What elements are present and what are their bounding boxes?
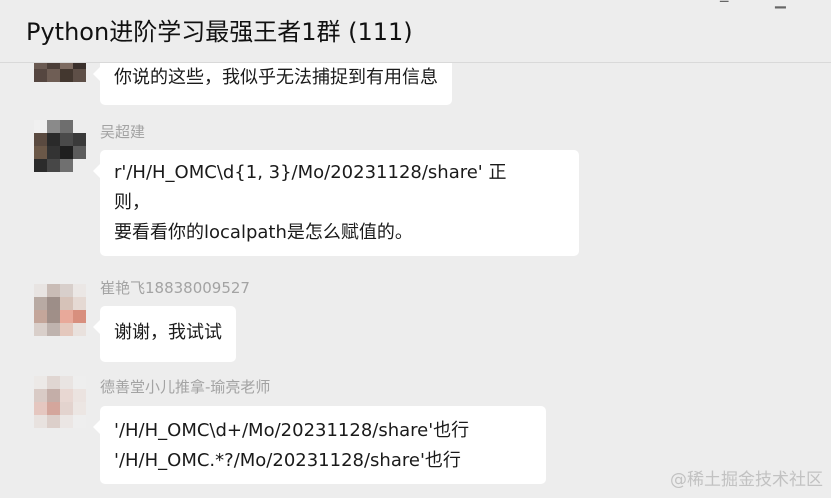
avatar[interactable] [34, 376, 86, 428]
message-text: 要看看你的localpath是怎么赋值的。 [114, 222, 413, 243]
sender-name: 崔艳飞18838009527 [100, 279, 250, 297]
message-text: 你说的这些，我似乎无法捕捉到有用信息 [114, 67, 438, 88]
message-text: '/H/H_OMC.*?/Mo/20231128/share'也行 [114, 450, 461, 471]
message-bubble[interactable]: r'/H/H_OMC\d{1, 3}/Mo/20231128/share' 正 … [93, 150, 579, 256]
message-text: 谢谢，我试试 [114, 322, 222, 343]
sender-name: 德善堂小儿推拿-瑜亮老师 [100, 378, 271, 396]
message-text: 则， [114, 192, 150, 213]
avatar[interactable] [34, 120, 86, 172]
minimize-icon[interactable]: ▁ [775, 0, 786, 8]
chat-message-area[interactable]: 你说的这些，我似乎无法捕捉到有用信息 吴超建 r'/H/H_OMC\d{1, 3… [0, 0, 831, 498]
sender-name: 吴超建 [100, 123, 146, 141]
message-text: '/H/H_OMC\d+/Mo/20231128/share'也行 [114, 420, 470, 441]
watermark: @稀土掘金技术社区 [670, 470, 823, 490]
message-text: r'/H/H_OMC\d{1, 3}/Mo/20231128/share' 正 [114, 162, 507, 183]
chat-title-bar: Python进阶学习最强王者1群 (111) ╧ ▁ [0, 0, 831, 63]
pin-icon[interactable]: ╧ [720, 0, 728, 8]
message-bubble[interactable]: '/H/H_OMC\d+/Mo/20231128/share'也行 '/H/H_… [93, 406, 546, 484]
message-bubble[interactable]: 谢谢，我试试 [93, 306, 236, 362]
avatar[interactable] [34, 284, 86, 336]
chat-title: Python进阶学习最强王者1群 (111) [26, 18, 413, 46]
